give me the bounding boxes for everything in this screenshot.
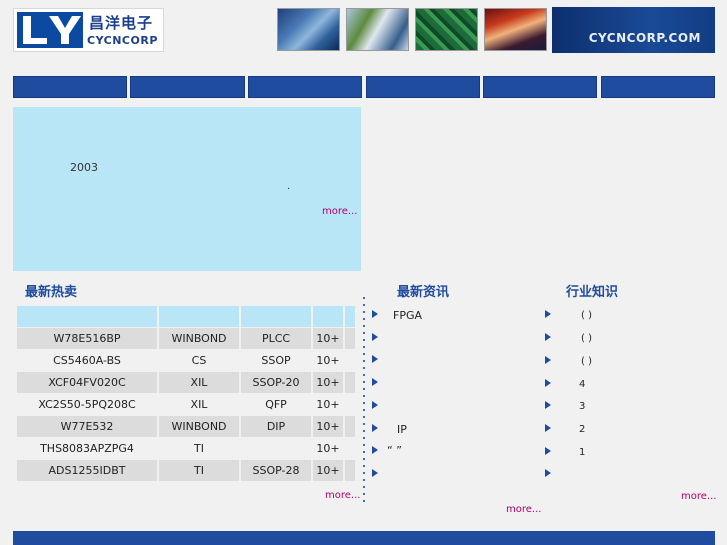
logo-chinese-name: 昌洋电子 bbox=[89, 14, 154, 32]
hot-sale-table: W78E516BP WINBOND PLCC 10+ CS5460A-BS CS… bbox=[15, 305, 357, 482]
batch: 10+ bbox=[313, 416, 343, 437]
package bbox=[241, 438, 311, 459]
knowledge-item-5[interactable]: 3 bbox=[579, 401, 585, 412]
news-item-6[interactable]: IP bbox=[397, 423, 407, 436]
manufacturer: WINBOND bbox=[159, 328, 239, 349]
knowledge-more-link[interactable]: more... bbox=[681, 491, 716, 502]
bullet-arrow-icon bbox=[545, 356, 551, 364]
news-more-link[interactable]: more... bbox=[506, 504, 541, 515]
batch: 10+ bbox=[313, 372, 343, 393]
news-item-7[interactable]: “ ” bbox=[387, 444, 402, 457]
bullet-arrow-icon bbox=[372, 355, 378, 363]
manufacturer: TI bbox=[159, 438, 239, 459]
batch: 10+ bbox=[313, 460, 343, 481]
part-number[interactable]: ADS1255IDBT bbox=[17, 460, 157, 481]
bullet-arrow-icon bbox=[372, 469, 378, 477]
nav-item-3[interactable] bbox=[248, 76, 362, 98]
banner-image-3 bbox=[415, 8, 478, 51]
intro-more-link[interactable]: more... bbox=[322, 206, 357, 217]
part-number[interactable]: THS8083APZPG4 bbox=[17, 438, 157, 459]
table-row[interactable]: THS8083APZPG4 TI 10+ bbox=[17, 438, 355, 459]
intro-year: 2003 bbox=[70, 161, 98, 174]
banner-image-2 bbox=[346, 8, 409, 51]
knowledge-title: 行业知识 bbox=[566, 285, 619, 300]
company-logo[interactable]: 昌洋电子 CYCNCORP bbox=[13, 8, 164, 52]
batch: 10+ bbox=[313, 438, 343, 459]
hot-sale-title: 最新热卖 bbox=[25, 285, 78, 300]
knowledge-item-7[interactable]: 1 bbox=[579, 447, 585, 458]
package: PLCC bbox=[241, 328, 311, 349]
footer-bar bbox=[13, 531, 715, 545]
manufacturer: XIL bbox=[159, 394, 239, 415]
nav-item-1[interactable] bbox=[13, 76, 127, 98]
banner-image-4 bbox=[484, 8, 547, 51]
manufacturer: WINBOND bbox=[159, 416, 239, 437]
site-url-banner: CYCNCORP.COM bbox=[552, 7, 715, 53]
bullet-arrow-icon bbox=[545, 401, 551, 409]
bullet-arrow-icon bbox=[372, 446, 378, 454]
site-url-text: CYCNCORP.COM bbox=[588, 31, 701, 45]
nav-item-5[interactable] bbox=[483, 76, 597, 98]
logo-english-name: CYCNCORP bbox=[87, 34, 158, 47]
package: SSOP-28 bbox=[241, 460, 311, 481]
knowledge-item-6[interactable]: 2 bbox=[579, 424, 585, 435]
bullet-arrow-icon bbox=[545, 379, 551, 387]
manufacturer: TI bbox=[159, 460, 239, 481]
hot-sale-more-link[interactable]: more... bbox=[325, 490, 360, 501]
news-item-1[interactable]: FPGA bbox=[393, 309, 422, 322]
nav-item-6[interactable] bbox=[601, 76, 715, 98]
batch: 10+ bbox=[313, 394, 343, 415]
table-header-row bbox=[17, 306, 355, 327]
intro-text: . bbox=[287, 181, 291, 192]
bullet-arrow-icon bbox=[372, 310, 378, 318]
table-row[interactable]: ADS1255IDBT TI SSOP-28 10+ bbox=[17, 460, 355, 481]
bullet-arrow-icon bbox=[545, 424, 551, 432]
nav-item-2[interactable] bbox=[130, 76, 245, 98]
manufacturer: CS bbox=[159, 350, 239, 371]
company-intro-panel: 2003 . more... bbox=[13, 107, 361, 271]
bullet-arrow-icon bbox=[545, 447, 551, 455]
bullet-arrow-icon bbox=[545, 469, 551, 477]
logo-mark bbox=[17, 12, 83, 48]
nav-item-4[interactable] bbox=[366, 76, 480, 98]
bullet-arrow-icon bbox=[372, 401, 378, 409]
banner-image-1 bbox=[277, 8, 340, 51]
table-row[interactable]: XCF04FV020C XIL SSOP-20 10+ bbox=[17, 372, 355, 393]
bullet-arrow-icon bbox=[372, 378, 378, 386]
bullet-arrow-icon bbox=[545, 333, 551, 341]
part-number[interactable]: CS5460A-BS bbox=[17, 350, 157, 371]
part-number[interactable]: XCF04FV020C bbox=[17, 372, 157, 393]
bullet-arrow-icon bbox=[372, 333, 378, 341]
table-row[interactable]: XC2S50-5PQ208C XIL QFP 10+ bbox=[17, 394, 355, 415]
package: QFP bbox=[241, 394, 311, 415]
knowledge-item-3[interactable]: ( ) bbox=[581, 356, 592, 367]
column-divider bbox=[363, 297, 365, 507]
manufacturer: XIL bbox=[159, 372, 239, 393]
part-number[interactable]: XC2S50-5PQ208C bbox=[17, 394, 157, 415]
table-row[interactable]: W77E532 WINBOND DIP 10+ bbox=[17, 416, 355, 437]
package: SSOP-20 bbox=[241, 372, 311, 393]
knowledge-item-2[interactable]: ( ) bbox=[581, 333, 592, 344]
knowledge-item-4[interactable]: 4 bbox=[579, 379, 585, 390]
package: DIP bbox=[241, 416, 311, 437]
table-row[interactable]: W78E516BP WINBOND PLCC 10+ bbox=[17, 328, 355, 349]
table-row[interactable]: CS5460A-BS CS SSOP 10+ bbox=[17, 350, 355, 371]
part-number[interactable]: W77E532 bbox=[17, 416, 157, 437]
batch: 10+ bbox=[313, 350, 343, 371]
package: SSOP bbox=[241, 350, 311, 371]
knowledge-item-1[interactable]: ( ) bbox=[581, 310, 592, 321]
bullet-arrow-icon bbox=[545, 310, 551, 318]
part-number[interactable]: W78E516BP bbox=[17, 328, 157, 349]
bullet-arrow-icon bbox=[372, 424, 378, 432]
news-title: 最新资讯 bbox=[397, 285, 450, 300]
batch: 10+ bbox=[313, 328, 343, 349]
